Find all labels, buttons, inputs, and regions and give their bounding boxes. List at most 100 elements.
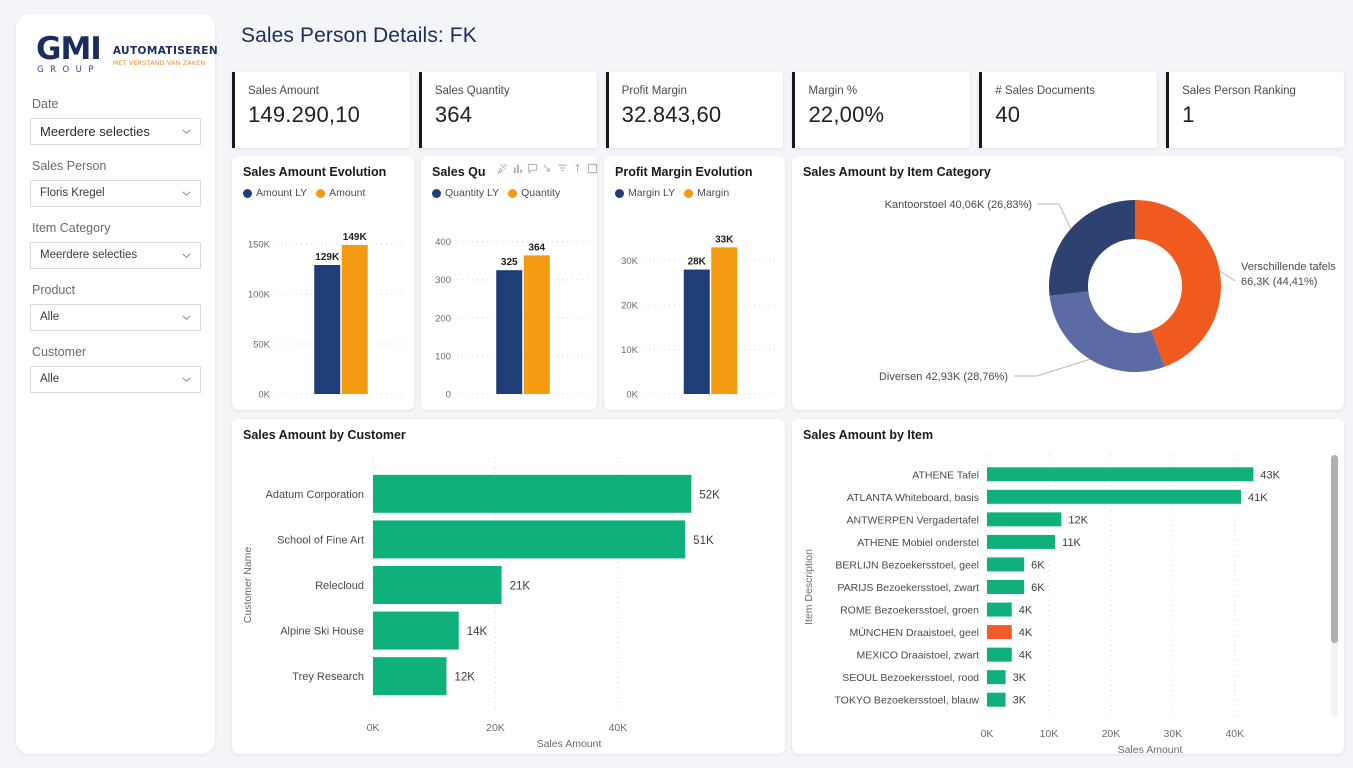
legend-item-margin[interactable]: Margin — [684, 187, 729, 199]
bar[interactable] — [987, 647, 1012, 662]
donut-slice[interactable] — [1049, 200, 1135, 296]
kpi-card-sales-documents[interactable]: # Sales Documents 40 — [979, 72, 1158, 148]
bar[interactable] — [373, 657, 447, 696]
bar[interactable] — [987, 670, 1006, 685]
item-chart-scrollbar[interactable] — [1331, 455, 1338, 717]
bar-ly[interactable] — [314, 265, 341, 394]
legend-item-quantity[interactable]: Quantity — [508, 187, 560, 199]
bar-data-label: 33K — [715, 234, 734, 245]
drill-down-icon[interactable] — [542, 163, 553, 174]
kpi-card-row: Sales Amount 149.290,10 Sales Quantity 3… — [232, 72, 1344, 148]
kpi-card-sales-quantity[interactable]: Sales Quantity 364 — [418, 72, 597, 148]
legend-label: Quantity — [521, 187, 561, 199]
bar-category-label: BERLIJN Bezoekersstoel, geel — [835, 559, 979, 571]
chart-sales-amount-evolution[interactable]: Sales Amount Evolution Amount LY Amount … — [232, 156, 414, 410]
slicer-customer-label: Customer — [32, 344, 87, 359]
x-axis-tick-label: 10K — [1040, 728, 1059, 740]
kpi-value: 149.290,10 — [248, 102, 361, 127]
y-axis-tick-label: 0K — [258, 390, 270, 401]
bar-cy[interactable] — [523, 255, 550, 394]
x-axis-tick-label: 40K — [1225, 728, 1244, 740]
bar[interactable] — [373, 611, 459, 650]
legend-item-margin-ly[interactable]: Margin LY — [615, 187, 675, 199]
bar[interactable] — [987, 580, 1025, 594]
bar-cy[interactable] — [341, 245, 368, 394]
chart-legend[interactable]: Quantity LY Quantity — [432, 187, 560, 199]
slicer-customer-dropdown[interactable]: Alle — [30, 365, 201, 393]
slicer-sales-person: Sales Person Floris Kregel — [30, 159, 201, 207]
chart-svg: 0K 10K 20K 30K 40K Sales Amount Item Descripti… — [803, 455, 1281, 754]
bar-data-label: 4K — [1019, 650, 1033, 662]
chart-legend[interactable]: Amount LY Amount — [243, 187, 365, 199]
bar-highlighted[interactable] — [987, 625, 1012, 640]
chevron-down-icon — [181, 374, 192, 385]
bar[interactable] — [987, 692, 1006, 707]
comment-icon[interactable] — [527, 163, 538, 174]
chart-legend[interactable]: Margin LY Margin — [615, 187, 729, 199]
logo-tagline-text: MET VERSTAND VAN ZAKEN — [112, 59, 206, 67]
bar-data-label: 51K — [693, 535, 714, 547]
kpi-value: 32.843,60 — [621, 102, 722, 127]
chart-sales-amount-by-customer[interactable]: Sales Amount by Customer 0K 20K 40K Sales A… — [232, 419, 785, 754]
slicer-date-dropdown[interactable]: Meerdere selecties — [30, 117, 201, 145]
bar[interactable] — [373, 520, 686, 559]
chart-sales-quantity-evolution[interactable]: Sales Qu ⋯ — [421, 156, 621, 410]
pin-icon[interactable] — [497, 163, 508, 174]
kpi-card-sales-amount[interactable]: Sales Amount 149.290,10 — [232, 72, 410, 148]
donut-label-kantoorstoel: Kantoorstoel 40,06K (26,83%) — [885, 199, 1032, 211]
slicer-sales-person-dropdown[interactable]: Floris Kregel — [30, 179, 201, 207]
bar-ly[interactable] — [683, 269, 710, 394]
bar[interactable] — [987, 489, 1242, 504]
logo-gmi-text: GMI — [36, 31, 102, 67]
chart-sales-amount-by-item-category[interactable]: Sales Amount by Item Category Verschille… — [792, 156, 1344, 410]
bar[interactable] — [987, 512, 1062, 527]
bar-category-label: ATHENE Tafel — [912, 469, 979, 481]
slicer-product-value: Alle — [40, 311, 60, 323]
legend-item-amount[interactable]: Amount — [316, 187, 365, 199]
kpi-card-margin-percent[interactable]: Margin % 22,00% — [792, 72, 971, 148]
bar-ly[interactable] — [496, 270, 523, 394]
bar-data-label: 12K — [1068, 514, 1088, 526]
bar-category-label: Adatum Corporation — [266, 489, 364, 501]
donut-label-verschillende-tafels-value: 66,3K (44,41%) — [1241, 276, 1317, 288]
bar[interactable] — [373, 474, 692, 513]
chart-sales-amount-by-item[interactable]: Sales Amount by Item 0K 10K 20K 30K 40K Sales… — [792, 419, 1344, 754]
x-axis-tick-label: 0K — [981, 728, 994, 740]
slicer-product-dropdown[interactable]: Alle — [30, 303, 201, 331]
legend-label: Margin — [697, 187, 730, 199]
y-axis-tick-label: 0K — [626, 390, 638, 401]
focus-mode-icon[interactable] — [587, 163, 598, 174]
bar-category-label: School of Fine Art — [277, 534, 364, 546]
y-axis-tick-label: 300 — [435, 275, 451, 286]
chart-profit-margin-evolution[interactable]: Profit Margin Evolution Margin LY Margin… — [604, 156, 785, 410]
item-chart-scrollbar-thumb[interactable] — [1331, 455, 1338, 643]
bar[interactable] — [987, 602, 1012, 617]
slicer-sales-person-label: Sales Person — [32, 158, 107, 173]
kpi-card-profit-margin[interactable]: Profit Margin 32.843,60 — [605, 72, 784, 148]
bar[interactable] — [987, 534, 1056, 549]
bar-category-label: Trey Research — [292, 671, 364, 683]
bar-cy[interactable] — [711, 247, 738, 394]
y-axis-tick-label: 20K — [621, 301, 639, 312]
bar[interactable] — [987, 467, 1254, 482]
slicer-date: Date Meerdere selecties — [30, 97, 201, 145]
bar[interactable] — [987, 557, 1025, 572]
legend-item-quantity-ly[interactable]: Quantity LY — [432, 187, 499, 199]
x-axis-tick-label: 0K — [367, 722, 380, 734]
filter-icon[interactable] — [557, 163, 568, 174]
slicer-item-category-dropdown[interactable]: Meerdere selecties — [30, 241, 201, 269]
legend-item-amount-ly[interactable]: Amount LY — [243, 187, 307, 199]
chart-title: Sales Amount Evolution — [243, 165, 387, 179]
drill-up-icon[interactable] — [512, 163, 523, 174]
kpi-card-sales-person-ranking[interactable]: Sales Person Ranking 1 — [1166, 72, 1344, 148]
x-axis-title: Sales Amount — [1118, 744, 1183, 754]
y-axis-tick-label: 30K — [621, 256, 639, 267]
legend-label: Amount LY — [256, 187, 308, 199]
donut-slice[interactable] — [1049, 291, 1165, 372]
bar[interactable] — [373, 566, 502, 604]
drill-mode-icon[interactable] — [572, 163, 583, 174]
y-axis-tick-label: 400 — [435, 237, 451, 248]
slicer-product: Product Alle — [30, 283, 201, 331]
y-axis-title: Item Description — [803, 549, 815, 625]
legend-swatch — [615, 188, 624, 198]
